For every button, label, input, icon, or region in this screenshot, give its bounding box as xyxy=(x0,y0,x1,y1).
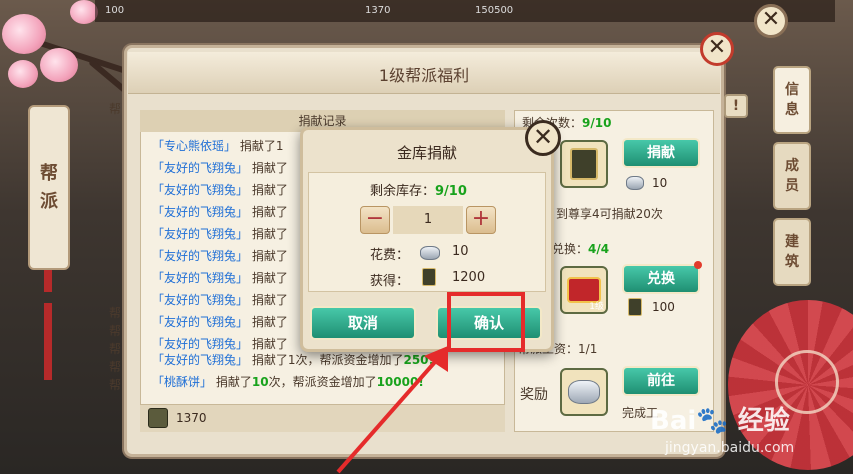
list-item: 「友好的飞翔兔」 捐献了 xyxy=(152,227,288,241)
token-amount: 1370 xyxy=(176,411,207,425)
list-item: 「友好的飞翔兔」 捐献了 xyxy=(152,183,288,197)
tutorial-arrow-icon xyxy=(336,346,448,474)
list-item: 「专心熊依瑶」 捐献了1 xyxy=(152,139,284,153)
list-item: 「友好的飞翔兔」 捐献了 xyxy=(152,161,288,175)
remaining-stock: 剩余库存：9/10 xyxy=(370,184,467,199)
top-resource-bar: 100 1370 150500 xyxy=(95,0,835,22)
dialog-title: 金库捐献 xyxy=(396,144,457,162)
page-title: 1级帮派福利 xyxy=(378,66,470,85)
side-tab-label: 员 xyxy=(785,178,799,194)
plus-button[interactable]: + xyxy=(466,206,496,234)
top-amount-left: 100 xyxy=(105,5,125,16)
top-amount-mid: 1370 xyxy=(365,5,391,16)
guild-tab[interactable]: 帮派 xyxy=(28,105,70,270)
side-tab-label: 筑 xyxy=(785,254,799,270)
side-label: 帮 xyxy=(109,306,122,320)
exchange-item-slot[interactable]: 1级 xyxy=(560,266,608,314)
list-item: 「友好的飞翔兔」 捐献了 xyxy=(152,293,288,307)
donate-note: 到尊享4可捐献20次 xyxy=(556,207,663,221)
goto-button[interactable]: 前往 xyxy=(622,366,700,396)
side-tab-label: 信 xyxy=(785,82,799,98)
reward-item-slot[interactable] xyxy=(560,368,608,416)
chinese-knot-decoration xyxy=(44,270,52,380)
quantity-stepper[interactable]: 1 xyxy=(393,206,463,234)
tab-buildings[interactable]: 建筑 xyxy=(773,218,811,286)
side-label: 帮 xyxy=(109,360,122,374)
watermark-url: jingyan.baidu.com xyxy=(665,440,795,456)
side-label: 帮 xyxy=(109,342,122,356)
cost-value: 10 xyxy=(452,244,469,259)
notification-dot xyxy=(694,261,702,269)
exchange-count-label: 兑换：4/4 xyxy=(552,242,610,256)
exchange-button[interactable]: 兑换 xyxy=(622,264,700,294)
guild-token-icon xyxy=(422,268,436,286)
cost-label: 花费： xyxy=(370,248,410,263)
guild-tab-label: 帮 xyxy=(40,162,58,184)
info-button[interactable]: ! xyxy=(724,94,748,118)
gain-label: 获得： xyxy=(370,274,410,289)
side-tab-label: 成 xyxy=(785,158,799,174)
list-item: 「友好的飞翔兔」 捐献了 xyxy=(152,271,288,285)
baidu-watermark-logo: Bai🐾 经验 xyxy=(650,406,790,436)
side-label: 帮 xyxy=(109,102,122,116)
minus-button[interactable]: − xyxy=(360,206,390,234)
tab-info[interactable]: 信息 xyxy=(773,66,811,134)
reward-label: 奖励 xyxy=(520,387,548,403)
side-tab-label: 建 xyxy=(785,234,799,250)
list-item: 「友好的飞翔兔」 捐献了 xyxy=(152,315,288,329)
side-label: 帮 xyxy=(109,378,122,392)
guild-token-icon xyxy=(628,298,642,316)
guild-tab-label: 派 xyxy=(40,190,58,212)
silver-icon xyxy=(420,246,440,260)
panel-close-button[interactable]: ✕ xyxy=(700,32,734,66)
tab-members[interactable]: 成员 xyxy=(773,142,811,210)
donate-item-slot[interactable] xyxy=(560,140,608,188)
donate-cost: 10 xyxy=(652,176,668,190)
silver-icon xyxy=(626,176,644,190)
outer-close-button[interactable]: ✕ xyxy=(754,4,788,38)
donate-button[interactable]: 捐献 xyxy=(622,138,700,168)
list-item: 「友好的飞翔兔」 捐献了 xyxy=(152,205,288,219)
exchange-cost: 100 xyxy=(652,300,675,314)
guild-token-icon xyxy=(148,408,168,428)
list-item: 「友好的飞翔兔」 捐献了 xyxy=(152,249,288,263)
side-label: 帮 xyxy=(109,324,122,338)
top-amount-right: 150500 xyxy=(475,5,514,16)
side-tab-label: 息 xyxy=(785,102,799,118)
list-item: 「友好的飞翔兔」 捐献了 xyxy=(152,337,288,351)
dialog-close-button[interactable]: ✕ xyxy=(525,120,561,156)
gain-value: 1200 xyxy=(452,270,486,285)
cancel-button[interactable]: 取消 xyxy=(310,306,416,340)
